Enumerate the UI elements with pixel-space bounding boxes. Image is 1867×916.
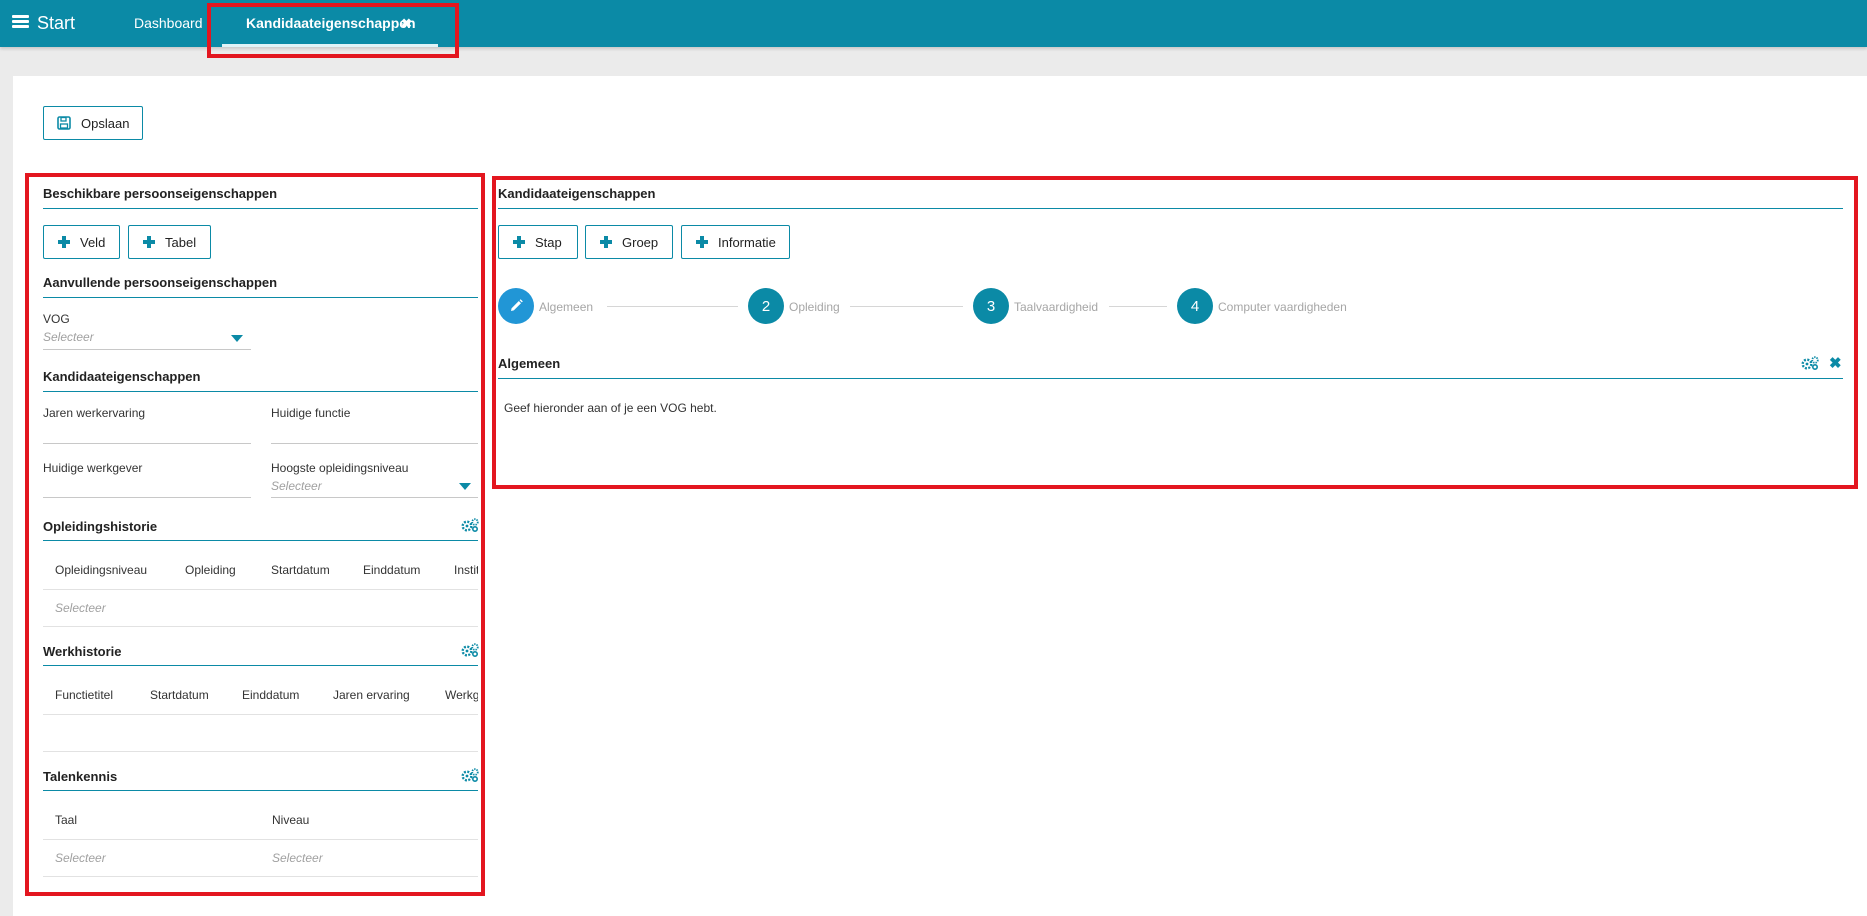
opleidingshistorie-title: Opleidingshistorie bbox=[43, 519, 158, 534]
right-panel-title-line bbox=[498, 208, 1843, 209]
column-header[interactable]: Einddatum bbox=[363, 563, 420, 577]
add-veld-label: Veld bbox=[80, 234, 106, 250]
start-label[interactable]: Start bbox=[37, 13, 75, 34]
left-panel-title: Beschikbare persoonseigenschappen bbox=[43, 186, 278, 201]
step-2-circle[interactable]: 2 bbox=[748, 288, 784, 324]
column-header[interactable]: Startdatum bbox=[271, 563, 330, 577]
column-header[interactable]: Opleiding bbox=[185, 563, 236, 577]
werkhistorie-title-line bbox=[43, 665, 478, 666]
table-divider bbox=[43, 714, 478, 715]
step-1-edit[interactable] bbox=[498, 288, 534, 324]
talenkennis-title: Talenkennis bbox=[43, 769, 118, 784]
add-groep-button[interactable]: Groep bbox=[585, 225, 673, 259]
column-header[interactable]: Startdatum bbox=[150, 688, 209, 702]
kandidaat-left-title-line bbox=[43, 391, 478, 392]
jaren-werkervaring-input[interactable] bbox=[43, 443, 251, 444]
highlight-box-right-panel bbox=[492, 176, 1858, 489]
gears-icon[interactable] bbox=[1801, 356, 1819, 370]
add-tabel-button[interactable]: Tabel bbox=[128, 225, 211, 259]
column-header[interactable]: Niveau bbox=[272, 813, 309, 827]
vog-label: VOG bbox=[43, 312, 70, 326]
gears-icon[interactable] bbox=[461, 518, 479, 532]
opleidingshistorie-title-line bbox=[43, 540, 478, 541]
huidige-werkgever-label: Huidige werkgever bbox=[43, 461, 143, 475]
plus-icon bbox=[513, 236, 525, 248]
column-header[interactable]: Opleidingsniveau bbox=[55, 563, 147, 577]
column-header[interactable]: Functietitel bbox=[55, 688, 113, 702]
add-informatie-button[interactable]: Informatie bbox=[681, 225, 790, 259]
plus-icon bbox=[143, 236, 155, 248]
table-row-select[interactable]: Selecteer bbox=[55, 601, 106, 615]
plus-icon bbox=[58, 236, 70, 248]
close-icon[interactable]: ✖ bbox=[1829, 354, 1842, 372]
niveau-select[interactable]: Selecteer bbox=[272, 851, 323, 865]
werkhistorie-table: Functietitel Startdatum Einddatum Jaren … bbox=[43, 685, 478, 755]
table-divider bbox=[43, 876, 478, 877]
step-4-label[interactable]: Computer vaardigheden bbox=[1218, 300, 1347, 314]
step-1-label[interactable]: Algemeen bbox=[539, 300, 593, 314]
floppy-disk-icon bbox=[57, 116, 71, 130]
add-tabel-label: Tabel bbox=[165, 234, 197, 250]
taal-select[interactable]: Selecteer bbox=[55, 851, 106, 865]
kandidaat-left-title: Kandidaateigenschappen bbox=[43, 369, 201, 384]
table-divider bbox=[43, 626, 478, 627]
talenkennis-title-line bbox=[43, 790, 478, 791]
step-connector bbox=[607, 306, 738, 307]
opleidingsniveau-underline bbox=[271, 497, 478, 498]
huidige-werkgever-input[interactable] bbox=[43, 497, 251, 498]
vog-underline bbox=[43, 349, 251, 350]
opleidingshistorie-table: Opleidingsniveau Opleiding Startdatum Ei… bbox=[43, 560, 478, 650]
step-4-circle[interactable]: 4 bbox=[1177, 288, 1213, 324]
huidige-functie-input[interactable] bbox=[271, 443, 478, 444]
column-header[interactable]: Taal bbox=[55, 813, 77, 827]
aanvullende-title-line bbox=[43, 297, 478, 298]
add-veld-button[interactable]: Veld bbox=[43, 225, 120, 259]
huidige-functie-label: Huidige functie bbox=[271, 406, 351, 420]
talenkennis-table: Taal Niveau Selecteer Selecteer bbox=[43, 810, 478, 890]
highlight-box-tab bbox=[207, 3, 459, 58]
plus-icon bbox=[600, 236, 612, 248]
left-panel-title-line bbox=[43, 208, 478, 209]
gears-icon[interactable] bbox=[461, 643, 479, 657]
gears-icon[interactable] bbox=[461, 768, 479, 782]
save-button[interactable]: Opslaan bbox=[43, 106, 143, 140]
chevron-down-icon[interactable] bbox=[459, 483, 471, 490]
hoogste-opleidingsniveau-select[interactable]: Selecteer bbox=[271, 479, 322, 493]
tab-dashboard[interactable]: Dashboard bbox=[134, 15, 203, 31]
step-3-label[interactable]: Taalvaardigheid bbox=[1014, 300, 1098, 314]
step-3-circle[interactable]: 3 bbox=[973, 288, 1009, 324]
pencil-icon bbox=[508, 298, 524, 314]
jaren-werkervaring-label: Jaren werkervaring bbox=[43, 406, 146, 420]
add-informatie-label: Informatie bbox=[718, 234, 776, 250]
table-divider bbox=[43, 751, 478, 752]
column-header[interactable]: Jaren ervaring bbox=[333, 688, 410, 702]
werkhistorie-title: Werkhistorie bbox=[43, 644, 122, 659]
aanvullende-title: Aanvullende persoonseigenschappen bbox=[43, 275, 278, 290]
column-header[interactable]: Werkgever bbox=[445, 688, 478, 702]
column-header[interactable]: Instituut bbox=[454, 563, 478, 577]
step-connector bbox=[1109, 306, 1167, 307]
add-stap-button[interactable]: Stap bbox=[498, 225, 578, 259]
table-divider bbox=[43, 589, 478, 590]
column-header[interactable]: Einddatum bbox=[242, 688, 299, 702]
add-stap-label: Stap bbox=[535, 234, 562, 250]
table-divider bbox=[43, 839, 478, 840]
algemeen-description: Geef hieronder aan of je een VOG hebt. bbox=[504, 401, 717, 415]
step-connector bbox=[850, 306, 963, 307]
save-button-label: Opslaan bbox=[81, 115, 130, 131]
right-panel-title: Kandidaateigenschappen bbox=[498, 186, 656, 201]
chevron-down-icon[interactable] bbox=[231, 335, 243, 342]
hoogste-opleidingsniveau-label: Hoogste opleidingsniveau bbox=[271, 461, 409, 475]
algemeen-section-line bbox=[498, 378, 1843, 379]
hamburger-menu-icon[interactable] bbox=[12, 15, 29, 29]
step-2-label[interactable]: Opleiding bbox=[789, 300, 840, 314]
add-groep-label: Groep bbox=[622, 234, 659, 250]
algemeen-section-title: Algemeen bbox=[498, 356, 561, 371]
vog-select[interactable]: Selecteer bbox=[43, 330, 94, 344]
plus-icon bbox=[696, 236, 708, 248]
